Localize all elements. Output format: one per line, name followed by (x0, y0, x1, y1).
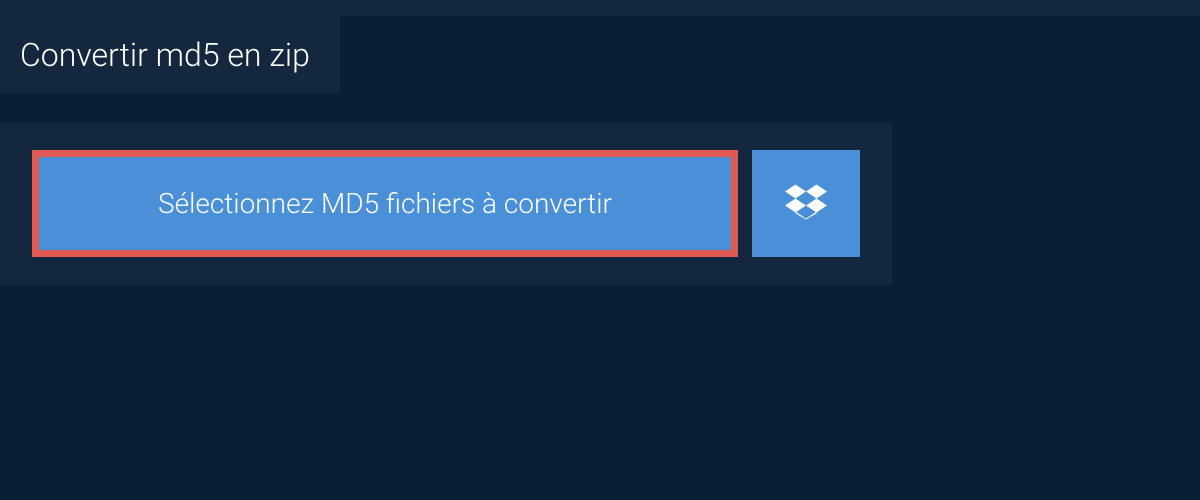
dropbox-icon (785, 181, 827, 227)
select-files-label: Sélectionnez MD5 fichiers à convertir (158, 187, 612, 220)
tab-title: Convertir md5 en zip (20, 36, 310, 74)
top-accent-bar (0, 0, 1200, 16)
tab-container: Convertir md5 en zip (0, 16, 1200, 94)
upload-panel: Sélectionnez MD5 fichiers à convertir (0, 122, 892, 285)
dropbox-button[interactable] (752, 150, 860, 257)
tab-convert[interactable]: Convertir md5 en zip (0, 16, 340, 94)
select-files-button[interactable]: Sélectionnez MD5 fichiers à convertir (32, 150, 738, 257)
